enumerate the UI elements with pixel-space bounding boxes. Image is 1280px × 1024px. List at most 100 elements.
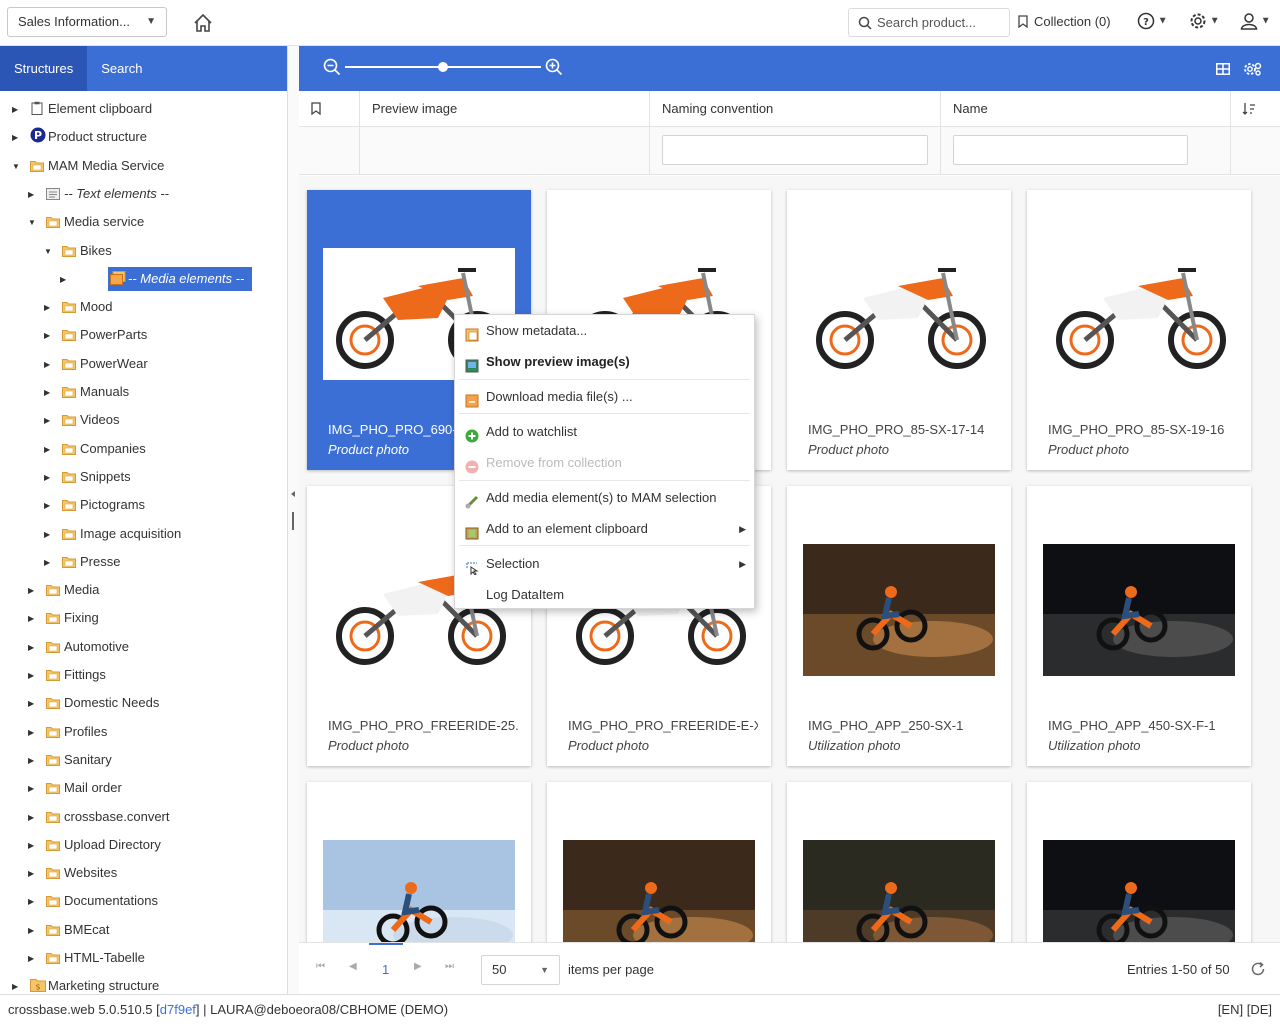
view-settings-icon[interactable] xyxy=(1244,62,1262,76)
tree-node-media-service[interactable]: ▼ Media service xyxy=(28,210,144,234)
collapsed-caret-icon[interactable]: ▶ xyxy=(44,409,54,433)
tree-node-powerparts[interactable]: ▶ PowerParts xyxy=(44,323,147,347)
menu-item-download-media-file-s[interactable]: Download media file(s) ... xyxy=(455,383,754,411)
collapsed-caret-icon[interactable]: ▶ xyxy=(28,636,38,660)
help-menu[interactable]: ? ▼ xyxy=(1137,12,1168,34)
menu-item-selection[interactable]: Selection ▶ xyxy=(455,550,754,578)
tree-node-upload-directory[interactable]: ▶ Upload Directory xyxy=(28,833,161,857)
media-card[interactable] xyxy=(547,782,771,942)
zoom-slider-handle[interactable] xyxy=(438,62,448,72)
media-card[interactable] xyxy=(307,782,531,942)
tree-node-mail-order[interactable]: ▶ Mail order xyxy=(28,776,122,800)
expanded-caret-icon[interactable]: ▼ xyxy=(28,211,38,235)
tree-node-image-acquisition[interactable]: ▶ Image acquisition xyxy=(44,522,181,546)
zoom-in-icon[interactable] xyxy=(545,58,563,76)
collapsed-caret-icon[interactable]: ▶ xyxy=(44,466,54,490)
tree-node-documentations[interactable]: ▶ Documentations xyxy=(28,889,158,913)
media-card[interactable] xyxy=(787,782,1011,942)
collapsed-caret-icon[interactable]: ▶ xyxy=(28,183,38,207)
current-page[interactable]: 1 xyxy=(382,962,389,977)
tree-node-sanitary[interactable]: ▶ Sanitary xyxy=(28,748,112,772)
tree-node-fixing[interactable]: ▶ Fixing xyxy=(28,606,99,630)
home-icon[interactable] xyxy=(192,12,214,34)
tree-node-media[interactable]: ▶ Media xyxy=(28,578,99,602)
expanded-caret-icon[interactable]: ▼ xyxy=(12,155,22,179)
tree-node-automotive[interactable]: ▶ Automotive xyxy=(28,635,129,659)
collapsed-caret-icon[interactable]: ▶ xyxy=(12,975,22,994)
tree-node-html-tabelle[interactable]: ▶ HTML-Tabelle xyxy=(28,946,145,970)
product-search-input[interactable]: Search product... xyxy=(848,8,1010,37)
refresh-icon[interactable] xyxy=(1250,961,1266,977)
tree-node-pictograms[interactable]: ▶ Pictograms xyxy=(44,493,145,517)
tree-node-profiles[interactable]: ▶ Profiles xyxy=(28,720,107,744)
column-name[interactable]: Name xyxy=(941,91,1231,127)
collapsed-caret-icon[interactable]: ▶ xyxy=(12,126,22,150)
tree-node-text-elements[interactable]: ▶ -- Text elements -- xyxy=(28,182,169,206)
tree-node-marketing-structure[interactable]: ▶ $ Marketing structure xyxy=(12,974,159,994)
collapsed-caret-icon[interactable]: ▶ xyxy=(28,777,38,801)
collapsed-caret-icon[interactable]: ▶ xyxy=(44,523,54,547)
menu-item-add-media-element-s-to-mam-selection[interactable]: Add media element(s) to MAM selection xyxy=(455,484,754,512)
collapsed-caret-icon[interactable]: ▶ xyxy=(44,381,54,405)
tab-structures[interactable]: Structures xyxy=(0,46,88,91)
collapsed-caret-icon[interactable]: ▶ xyxy=(44,296,54,320)
tree-node-companies[interactable]: ▶ Companies xyxy=(44,437,146,461)
next-page-icon[interactable]: ▶ xyxy=(414,961,422,972)
channel-dropdown[interactable]: Sales Information... ▼ xyxy=(7,7,167,37)
collapsed-caret-icon[interactable]: ▶ xyxy=(28,806,38,830)
collapsed-caret-icon[interactable]: ▶ xyxy=(28,721,38,745)
media-card[interactable] xyxy=(1027,782,1251,942)
collapsed-caret-icon[interactable]: ▶ xyxy=(28,749,38,773)
tree-node-mam-media-service[interactable]: ▼ MAM Media Service xyxy=(12,154,164,178)
collapsed-caret-icon[interactable]: ▶ xyxy=(28,919,38,943)
build-hash-link[interactable]: d7f9ef xyxy=(160,1002,196,1017)
prev-page-icon[interactable]: ◀ xyxy=(349,961,357,972)
splitter-grip[interactable] xyxy=(292,512,294,530)
tree-node-presse[interactable]: ▶ Presse xyxy=(44,550,120,574)
last-page-icon[interactable]: ⏭ xyxy=(445,961,454,972)
collapsed-caret-icon[interactable]: ▶ xyxy=(28,862,38,886)
collapsed-caret-icon[interactable]: ▶ xyxy=(28,890,38,914)
tree-node-crossbase-convert[interactable]: ▶ crossbase.convert xyxy=(28,805,170,829)
menu-item-show-metadata[interactable]: Show metadata... xyxy=(455,317,754,345)
media-card[interactable]: IMG_PHO_PRO_85-SX-19-16 Product photo xyxy=(1027,190,1251,470)
collapsed-caret-icon[interactable]: ▶ xyxy=(44,494,54,518)
collapsed-caret-icon[interactable]: ▶ xyxy=(44,438,54,462)
menu-item-add-to-watchlist[interactable]: Add to watchlist xyxy=(455,418,754,446)
expanded-caret-icon[interactable]: ▼ xyxy=(44,240,54,264)
column-preview-image[interactable]: Preview image xyxy=(360,91,650,127)
tree-node-fittings[interactable]: ▶ Fittings xyxy=(28,663,106,687)
tree-node-powerwear[interactable]: ▶ PowerWear xyxy=(44,352,148,376)
first-page-icon[interactable]: ⏮ xyxy=(316,961,325,972)
menu-item-remove-from-collection[interactable]: Remove from collection xyxy=(455,449,754,477)
collapse-left-icon[interactable] xyxy=(289,490,297,498)
user-menu[interactable]: ▼ xyxy=(1240,12,1271,34)
collapsed-caret-icon[interactable]: ▶ xyxy=(28,692,38,716)
collapsed-caret-icon[interactable]: ▶ xyxy=(28,834,38,858)
tree-node-manuals[interactable]: ▶ Manuals xyxy=(44,380,129,404)
zoom-slider[interactable] xyxy=(345,62,541,72)
tree-node-bmecat[interactable]: ▶ BMEcat xyxy=(28,918,110,942)
tree-node-element-clipboard[interactable]: ▶ Element clipboard xyxy=(12,97,152,121)
tree-node-media-elements[interactable]: ▶ -- Media elements -- xyxy=(60,266,253,291)
menu-item-log-dataitem[interactable]: Log DataItem xyxy=(455,581,754,609)
tab-search[interactable]: Search xyxy=(87,46,156,91)
tree-node-snippets[interactable]: ▶ Snippets xyxy=(44,465,131,489)
tree-node-mood[interactable]: ▶ Mood xyxy=(44,295,113,319)
collapsed-caret-icon[interactable]: ▶ xyxy=(44,551,54,575)
tree-node-websites[interactable]: ▶ Websites xyxy=(28,861,117,885)
media-card[interactable]: IMG_PHO_PRO_85-SX-17-14 Product photo xyxy=(787,190,1011,470)
grid-view-icon[interactable] xyxy=(1216,63,1230,75)
collection-button[interactable]: Collection (0) xyxy=(1018,14,1111,29)
tree-node-videos[interactable]: ▶ Videos xyxy=(44,408,120,432)
naming-convention-filter[interactable] xyxy=(662,135,928,165)
zoom-out-icon[interactable] xyxy=(323,58,341,76)
tree-node-product-structure[interactable]: ▶ P Product structure xyxy=(12,125,147,149)
column-naming-convention[interactable]: Naming convention xyxy=(650,91,941,127)
settings-menu[interactable]: ▼ xyxy=(1189,12,1220,34)
sort-button[interactable] xyxy=(1231,91,1280,127)
collapsed-caret-icon[interactable]: ▶ xyxy=(44,353,54,377)
collapsed-caret-icon[interactable]: ▶ xyxy=(28,579,38,603)
collapsed-caret-icon[interactable]: ▶ xyxy=(28,947,38,971)
media-card[interactable]: IMG_PHO_APP_250-SX-1 Utilization photo xyxy=(787,486,1011,766)
